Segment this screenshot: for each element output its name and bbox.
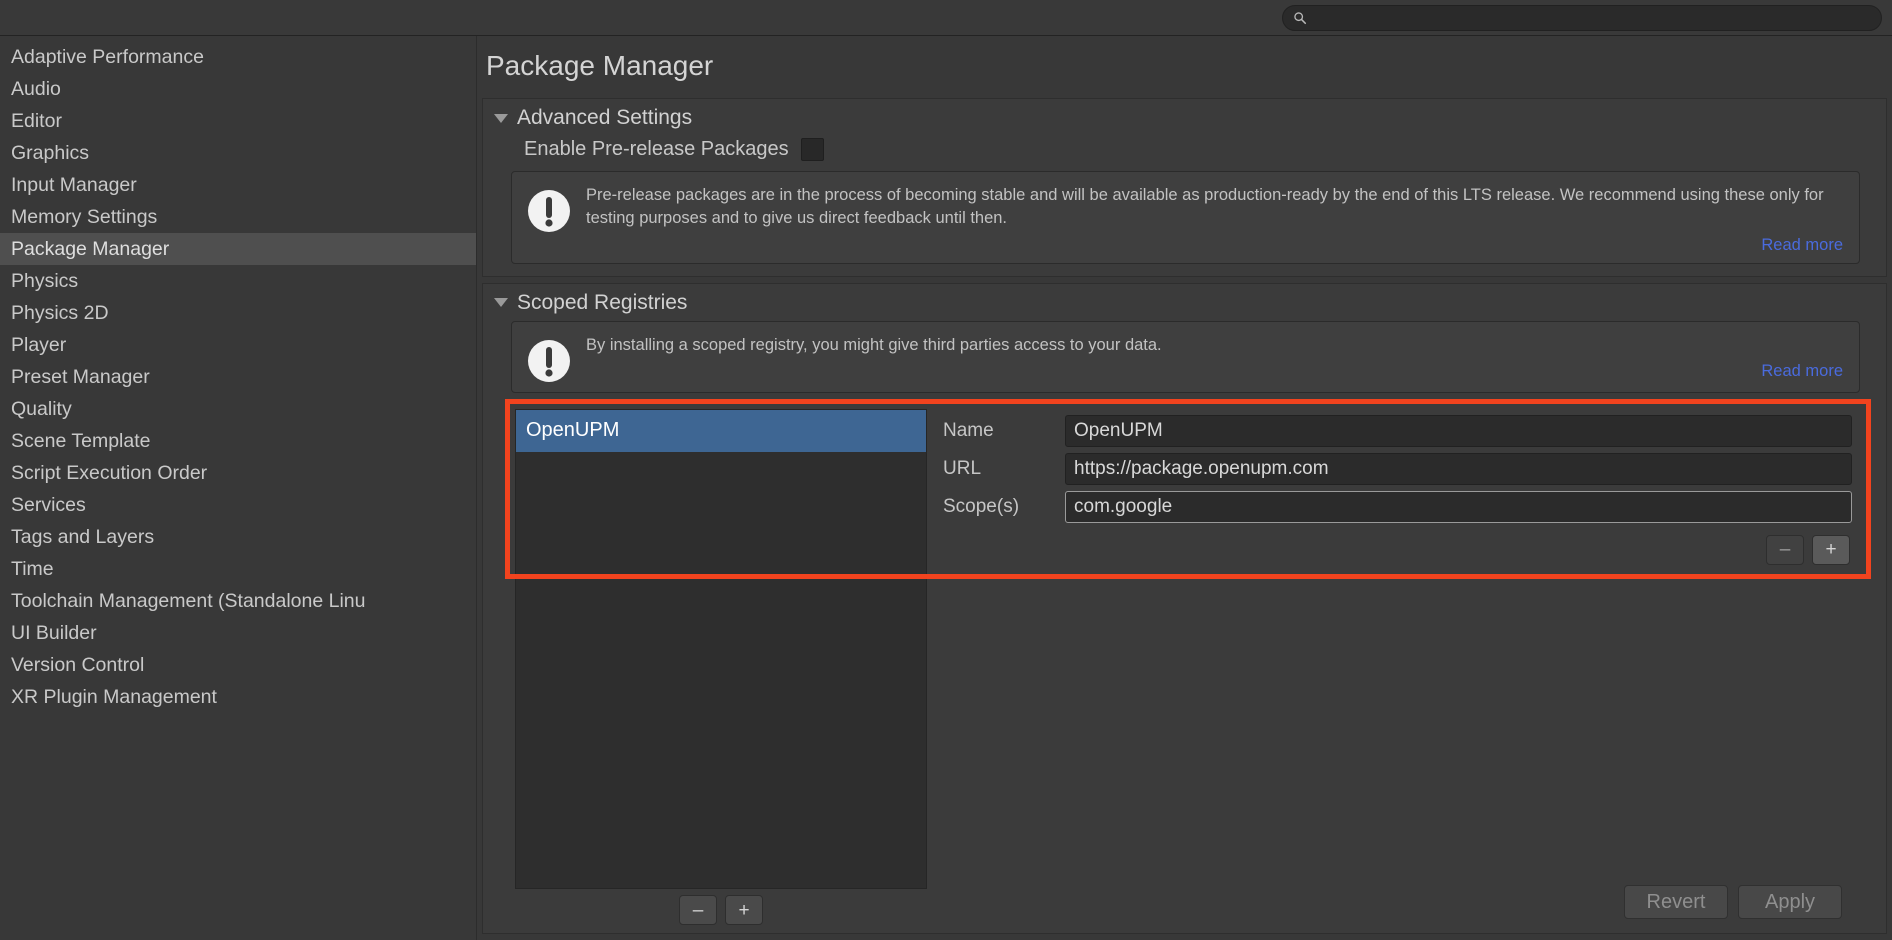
registry-name-row: Name — [943, 415, 1852, 447]
warning-icon — [526, 334, 572, 384]
sidebar-item-label: Toolchain Management (Standalone Linu — [11, 590, 366, 613]
sidebar-item-audio[interactable]: Audio — [0, 73, 476, 105]
registry-name-input[interactable] — [1065, 415, 1852, 447]
sidebar-item-toolchain-management[interactable]: Toolchain Management (Standalone Linu — [0, 585, 476, 617]
search-field[interactable] — [1282, 5, 1882, 31]
sidebar-item-label: Package Manager — [11, 238, 169, 261]
sidebar-item-label: Version Control — [11, 654, 144, 677]
scoped-registries-info-body: By installing a scoped registry, you mig… — [586, 334, 1843, 384]
sidebar-item-label: Quality — [11, 398, 72, 421]
sidebar-item-label: Audio — [11, 78, 61, 101]
advanced-settings-header[interactable]: Advanced Settings — [483, 99, 1886, 136]
sidebar-item-adaptive-performance[interactable]: Adaptive Performance — [0, 41, 476, 73]
page-title: Package Manager — [477, 36, 1892, 98]
enable-prerelease-label: Enable Pre-release Packages — [524, 138, 789, 161]
chevron-down-icon[interactable] — [494, 114, 508, 123]
scoped-registries-read-more-link[interactable]: Read more — [586, 362, 1843, 381]
window-toolbar — [0, 0, 1892, 36]
sidebar-item-time[interactable]: Time — [0, 553, 476, 585]
sidebar-item-script-execution-order[interactable]: Script Execution Order — [0, 457, 476, 489]
registry-list[interactable]: OpenUPM — [515, 409, 927, 889]
registry-list-buttons: – + — [515, 889, 927, 929]
sidebar-item-label: Input Manager — [11, 174, 137, 197]
list-item[interactable]: OpenUPM — [516, 410, 926, 452]
sidebar-item-memory-settings[interactable]: Memory Settings — [0, 201, 476, 233]
sidebar-item-tags-and-layers[interactable]: Tags and Layers — [0, 521, 476, 553]
registry-url-label: URL — [943, 458, 1065, 480]
sidebar-item-label: Physics 2D — [11, 302, 109, 325]
enable-prerelease-row: Enable Pre-release Packages — [483, 136, 1886, 171]
unity-project-settings-window: Adaptive Performance Audio Editor Graphi… — [0, 0, 1892, 940]
sidebar-item-physics[interactable]: Physics — [0, 265, 476, 297]
sidebar-item-scene-template[interactable]: Scene Template — [0, 425, 476, 457]
add-registry-button[interactable]: + — [725, 895, 763, 925]
sidebar-item-package-manager[interactable]: Package Manager — [0, 233, 476, 265]
scoped-registries-header[interactable]: Scoped Registries — [483, 284, 1886, 321]
sidebar-item-editor[interactable]: Editor — [0, 105, 476, 137]
prerelease-read-more-link[interactable]: Read more — [586, 236, 1843, 255]
sidebar-item-ui-builder[interactable]: UI Builder — [0, 617, 476, 649]
sidebar-item-input-manager[interactable]: Input Manager — [0, 169, 476, 201]
sidebar-item-label: Editor — [11, 110, 62, 133]
apply-button[interactable]: Apply — [1738, 885, 1842, 919]
sidebar-item-label: Player — [11, 334, 66, 357]
registry-list-column: OpenUPM – + — [511, 405, 931, 933]
prerelease-info-text: Pre-release packages are in the process … — [586, 184, 1843, 231]
remove-scope-button[interactable]: – — [1766, 535, 1804, 565]
sidebar-item-label: Time — [11, 558, 54, 581]
scoped-registry-editor: OpenUPM – + N — [511, 405, 1860, 933]
registry-url-row: URL — [943, 453, 1852, 485]
sidebar-item-physics-2d[interactable]: Physics 2D — [0, 297, 476, 329]
scoped-registries-group: Scoped Registries By installing a scoped… — [482, 283, 1887, 934]
enable-prerelease-checkbox[interactable] — [801, 138, 824, 161]
scoped-registries-title: Scoped Registries — [517, 291, 687, 315]
sidebar-item-label: Memory Settings — [11, 206, 157, 229]
sidebar-item-label: XR Plugin Management — [11, 686, 217, 709]
registry-apply-row: Revert Apply — [943, 885, 1852, 927]
registry-editor-panel: OpenUPM – + N — [511, 405, 1860, 933]
registry-name-label: Name — [943, 420, 1065, 442]
settings-category-sidebar[interactable]: Adaptive Performance Audio Editor Graphi… — [0, 36, 477, 940]
sidebar-item-label: Physics — [11, 270, 78, 293]
scoped-registries-info-box: By installing a scoped registry, you mig… — [511, 321, 1860, 393]
sidebar-item-label: Preset Manager — [11, 366, 150, 389]
registry-scopes-label: Scope(s) — [943, 496, 1065, 518]
window-body: Adaptive Performance Audio Editor Graphi… — [0, 36, 1892, 940]
search-icon — [1293, 11, 1307, 25]
sidebar-item-label: UI Builder — [11, 622, 97, 645]
registry-scopes-input[interactable] — [1065, 491, 1852, 523]
sidebar-item-label: Script Execution Order — [11, 462, 207, 485]
sidebar-item-label: Services — [11, 494, 86, 517]
sidebar-item-label: Scene Template — [11, 430, 150, 453]
search-input[interactable] — [1314, 6, 1871, 30]
sidebar-item-xr-plugin-management[interactable]: XR Plugin Management — [0, 681, 476, 713]
sidebar-item-label: Tags and Layers — [11, 526, 154, 549]
sidebar-item-version-control[interactable]: Version Control — [0, 649, 476, 681]
settings-detail-pane: Package Manager Advanced Settings Enable… — [477, 36, 1892, 940]
sidebar-item-quality[interactable]: Quality — [0, 393, 476, 425]
scope-buttons: – + — [943, 529, 1852, 565]
warning-icon — [526, 184, 572, 255]
prerelease-info-body: Pre-release packages are in the process … — [586, 184, 1843, 255]
scoped-registries-info-text: By installing a scoped registry, you mig… — [586, 334, 1843, 357]
sidebar-item-services[interactable]: Services — [0, 489, 476, 521]
chevron-down-icon[interactable] — [494, 298, 508, 307]
registry-list-item-label: OpenUPM — [526, 419, 619, 442]
settings-content: Advanced Settings Enable Pre-release Pac… — [477, 98, 1892, 940]
advanced-settings-group: Advanced Settings Enable Pre-release Pac… — [482, 98, 1887, 277]
sidebar-item-graphics[interactable]: Graphics — [0, 137, 476, 169]
advanced-settings-title: Advanced Settings — [517, 106, 692, 130]
revert-button[interactable]: Revert — [1624, 885, 1728, 919]
prerelease-info-box: Pre-release packages are in the process … — [511, 171, 1860, 264]
registry-scopes-row: Scope(s) — [943, 491, 1852, 523]
sidebar-item-label: Graphics — [11, 142, 89, 165]
sidebar-item-player[interactable]: Player — [0, 329, 476, 361]
remove-registry-button[interactable]: – — [679, 895, 717, 925]
sidebar-item-label: Adaptive Performance — [11, 46, 204, 69]
sidebar-item-preset-manager[interactable]: Preset Manager — [0, 361, 476, 393]
detail-spacer — [943, 565, 1852, 885]
registry-detail-column: Name URL Scope(s) — [931, 405, 1860, 933]
add-scope-button[interactable]: + — [1812, 535, 1850, 565]
registry-url-input[interactable] — [1065, 453, 1852, 485]
